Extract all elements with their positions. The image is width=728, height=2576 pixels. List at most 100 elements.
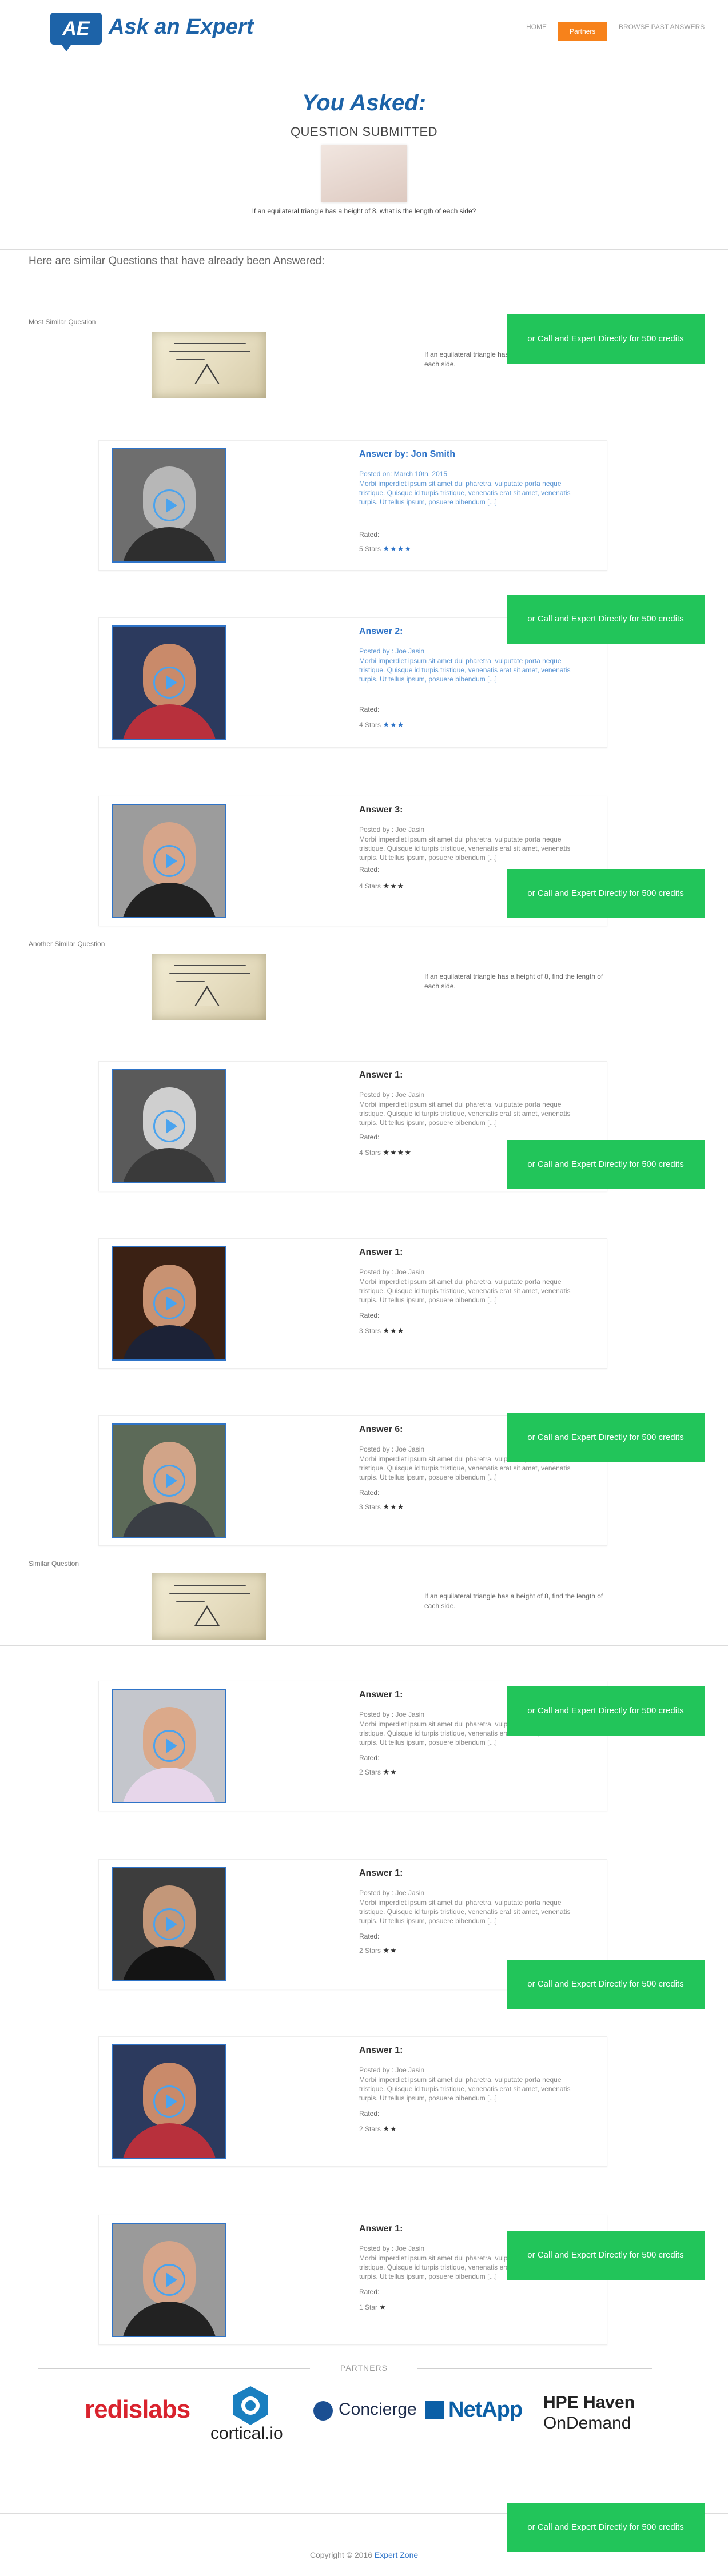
answer-posted: Posted by : Joe Jasin: [359, 2066, 425, 2074]
main-nav: HOME: [526, 23, 547, 31]
star-rating: 2 Stars ★★: [359, 1768, 397, 1777]
star-rating: 3 Stars ★★★: [359, 1502, 404, 1512]
logo-mark[interactable]: AE: [50, 13, 102, 51]
star-rating: 4 Stars ★★★: [359, 720, 404, 729]
play-icon[interactable]: [153, 1730, 185, 1762]
partner-logo-cortical[interactable]: cortical.io: [210, 2424, 283, 2443]
answer-posted: Posted by : Joe Jasin: [359, 826, 425, 834]
star-rating-label: 4 Stars: [359, 882, 381, 890]
answer-title[interactable]: Answer 1:: [359, 1070, 403, 1080]
cortical-logo-icon: [231, 2385, 270, 2426]
answer-title[interactable]: Answer 1:: [359, 2045, 403, 2056]
answer-title[interactable]: Answer 3:: [359, 805, 403, 815]
section-label: Another Similar Question: [29, 940, 105, 948]
rated-label: Rated:: [359, 1133, 380, 1141]
nav-partners-button[interactable]: Partners: [558, 22, 607, 41]
expert-video-thumbnail[interactable]: [112, 1246, 226, 1361]
answer-posted: Posted by : Joe Jasin: [359, 2244, 425, 2252]
play-icon[interactable]: [153, 2085, 185, 2118]
call-expert-button[interactable]: or Call and Expert Directly for 500 cred…: [507, 314, 705, 364]
play-icon[interactable]: [153, 1465, 185, 1497]
partner-logo-redislabs[interactable]: redislabs: [85, 2395, 190, 2424]
question-thumbnail[interactable]: [152, 1573, 266, 1640]
call-expert-button[interactable]: or Call and Expert Directly for 500 cred…: [507, 2231, 705, 2280]
nav-browse-wrap: BROWSE PAST ANSWERS: [619, 23, 705, 31]
expert-video-thumbnail[interactable]: [112, 804, 226, 918]
nav-browse-past-answers[interactable]: BROWSE PAST ANSWERS: [619, 23, 705, 31]
play-icon[interactable]: [153, 1110, 185, 1142]
answer-excerpt: Morbi imperdiet ipsum sit amet dui phare…: [359, 835, 571, 862]
star-rating-label: 2 Stars: [359, 2125, 381, 2133]
star-rating: 4 Stars ★★★: [359, 882, 404, 891]
play-icon[interactable]: [153, 845, 185, 877]
expert-video-thumbnail[interactable]: [112, 1069, 226, 1183]
call-expert-button[interactable]: or Call and Expert Directly for 500 cred…: [507, 2503, 705, 2552]
star-rating: 5 Stars ★★★★: [359, 544, 412, 553]
answer-title[interactable]: Answer 1:: [359, 2224, 403, 2234]
play-icon[interactable]: [153, 489, 185, 521]
answer-title[interactable]: Answer 1:: [359, 1868, 403, 1879]
partner-logo-concierge[interactable]: Concierge: [339, 2400, 417, 2419]
star-icons: ★★: [383, 2124, 397, 2133]
star-rating-label: 3 Stars: [359, 1503, 381, 1511]
rated-label: Rated:: [359, 2110, 380, 2118]
answer-title[interactable]: Answer 1:: [359, 1247, 403, 1258]
expert-video-thumbnail[interactable]: [112, 625, 226, 740]
copyright-text: Copyright © 2016: [309, 2550, 372, 2559]
rated-label: Rated:: [359, 1489, 380, 1497]
star-icons: ★★★: [383, 1326, 405, 1335]
question-text: If an equilateral triangle has a height …: [252, 207, 476, 215]
answer-title[interactable]: Answer 2:: [359, 627, 403, 637]
divider: [0, 1645, 728, 1646]
partners-heading: PARTNERS: [340, 2363, 388, 2372]
answer-title[interactable]: Answer 6:: [359, 1425, 403, 1435]
star-rating: 4 Stars ★★★★: [359, 1148, 412, 1157]
star-rating-label: 2 Stars: [359, 1768, 381, 1776]
play-icon[interactable]: [153, 1287, 185, 1319]
call-expert-button[interactable]: or Call and Expert Directly for 500 cred…: [507, 1686, 705, 1736]
call-expert-button[interactable]: or Call and Expert Directly for 500 cred…: [507, 1413, 705, 1462]
page-title: You Asked:: [301, 90, 427, 115]
play-icon[interactable]: [153, 667, 185, 699]
star-icons: ★★★: [383, 720, 405, 729]
footer-copyright: Copyright © 2016 Expert Zone: [0, 2550, 728, 2559]
answer-title[interactable]: Answer 1:: [359, 1690, 403, 1700]
partner-logo-hpe-line2[interactable]: OnDemand: [543, 2414, 631, 2433]
star-icons: ★★★: [383, 882, 405, 890]
play-icon[interactable]: [153, 2264, 185, 2296]
call-expert-button[interactable]: or Call and Expert Directly for 500 cred…: [507, 1140, 705, 1189]
status-heading: QUESTION SUBMITTED: [290, 125, 438, 139]
star-rating: 2 Stars ★★: [359, 2124, 397, 2134]
divider: [0, 249, 728, 250]
partner-logo-netapp[interactable]: NetApp: [448, 2398, 523, 2422]
logo-text[interactable]: Ask an Expert: [109, 15, 253, 39]
expert-video-thumbnail[interactable]: [112, 1867, 226, 1981]
expert-video-thumbnail[interactable]: [112, 2223, 226, 2337]
question-thumbnail[interactable]: [152, 954, 266, 1020]
star-rating-label: 4 Stars: [359, 721, 381, 729]
rated-label: Rated:: [359, 866, 380, 874]
expert-video-thumbnail[interactable]: [112, 2044, 226, 2159]
nav-home[interactable]: HOME: [526, 23, 547, 31]
answer-title[interactable]: Answer by: Jon Smith: [359, 449, 455, 460]
star-rating: 1 Star ★: [359, 2303, 387, 2312]
call-expert-button[interactable]: or Call and Expert Directly for 500 cred…: [507, 869, 705, 918]
answer-excerpt: Morbi imperdiet ipsum sit amet dui phare…: [359, 1278, 571, 1304]
expert-video-thumbnail[interactable]: [112, 448, 226, 563]
answer-excerpt: Morbi imperdiet ipsum sit amet dui phare…: [359, 1100, 571, 1127]
answer-posted: Posted by : Joe Jasin: [359, 1710, 425, 1718]
answer-excerpt: Morbi imperdiet ipsum sit amet dui phare…: [359, 1899, 571, 1925]
star-icons: ★: [379, 2303, 387, 2311]
call-expert-button[interactable]: or Call and Expert Directly for 500 cred…: [507, 595, 705, 644]
answer-posted: Posted by : Joe Jasin: [359, 1268, 425, 1276]
question-thumbnail[interactable]: [152, 332, 266, 398]
footer-brand-link[interactable]: Expert Zone: [375, 2550, 418, 2559]
expert-video-thumbnail[interactable]: [112, 1689, 226, 1803]
rated-label: Rated:: [359, 1311, 380, 1319]
partner-logo-hpe-line1[interactable]: HPE Haven: [543, 2393, 635, 2412]
section-label: Similar Question: [29, 1560, 79, 1568]
play-icon[interactable]: [153, 1908, 185, 1940]
call-expert-button[interactable]: or Call and Expert Directly for 500 cred…: [507, 1960, 705, 2009]
answer-posted: Posted by : Joe Jasin: [359, 1445, 425, 1453]
expert-video-thumbnail[interactable]: [112, 1423, 226, 1538]
